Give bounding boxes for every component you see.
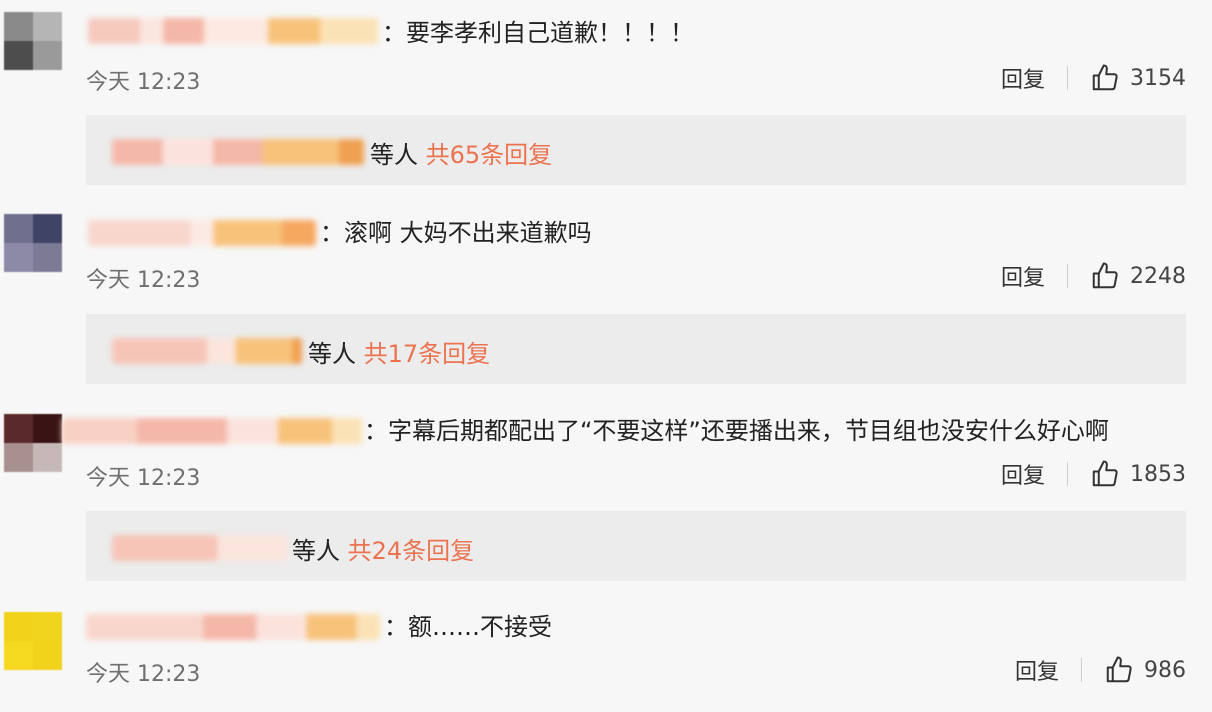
avatar[interactable] (4, 612, 62, 670)
avatar-cell (33, 612, 62, 641)
reply-summary[interactable]: 等人 共24条回复 (86, 511, 1186, 581)
avatar-cell (4, 641, 33, 670)
avatar-cell (33, 214, 62, 243)
avatar-cell (4, 214, 33, 243)
reply-button[interactable]: 回复 (1001, 458, 1045, 490)
divider (1067, 264, 1068, 288)
like-count: 2248 (1130, 263, 1186, 289)
avatar[interactable] (4, 12, 62, 70)
divider (1081, 658, 1082, 682)
reply-summary-text: 等人 共24条回复 (292, 531, 474, 566)
reply-usernames-redacted (112, 338, 302, 364)
comment-text: ：额……不接受 (384, 613, 552, 641)
comment-text: ：滚啊 大妈不出来道歉吗 (320, 219, 592, 247)
reply-usernames-redacted (112, 139, 364, 165)
timestamp: 今天 12:23 (86, 268, 201, 293)
timestamp: 今天 12:23 (86, 70, 201, 95)
avatar-cell (33, 641, 62, 670)
comment-actions: 回复 2248 (1001, 260, 1186, 292)
thumbs-up-icon[interactable] (1090, 261, 1120, 291)
username-redacted[interactable] (88, 220, 316, 246)
comment-actions: 回复 1853 (1001, 458, 1186, 490)
avatar-cell (33, 414, 62, 443)
avatar-cell (4, 612, 33, 641)
avatar-cell (33, 443, 62, 472)
avatar-cell (4, 443, 33, 472)
reply-suffix: 等人 (292, 537, 340, 565)
divider (1067, 66, 1068, 90)
avatar-cell (4, 41, 33, 70)
avatar-cell (33, 243, 62, 272)
avatar[interactable] (4, 414, 62, 472)
timestamp: 今天 12:23 (86, 466, 201, 491)
reply-button[interactable]: 回复 (1015, 654, 1059, 686)
avatar-cell (4, 243, 33, 272)
avatar-cell (4, 12, 33, 41)
reply-summary[interactable]: 等人 共65条回复 (86, 115, 1186, 185)
reply-summary[interactable]: 等人 共17条回复 (86, 314, 1186, 384)
avatar-cell (33, 41, 62, 70)
reply-suffix: 等人 (308, 340, 356, 368)
reply-button[interactable]: 回复 (1001, 260, 1045, 292)
avatar-cell (33, 12, 62, 41)
thumbs-up-icon[interactable] (1104, 655, 1134, 685)
like-count: 3154 (1130, 65, 1186, 91)
like-count: 1853 (1130, 461, 1186, 487)
avatar[interactable] (4, 214, 62, 272)
avatar-cell (4, 414, 33, 443)
username-redacted[interactable] (86, 614, 380, 640)
reply-usernames-redacted (112, 535, 288, 561)
comment-actions: 回复 986 (1015, 654, 1186, 686)
username-redacted[interactable] (62, 418, 362, 444)
thumbs-up-icon[interactable] (1090, 459, 1120, 489)
comment-text: ：字幕后期都配出了“不要这样”还要播出来，节目组也没安什么好心啊 (364, 417, 1109, 445)
reply-summary-text: 等人 共17条回复 (308, 334, 490, 369)
username-redacted[interactable] (88, 18, 378, 44)
reply-summary-text: 等人 共65条回复 (370, 135, 552, 170)
reply-suffix: 等人 (370, 141, 418, 169)
reply-total-link[interactable]: 共17条回复 (364, 340, 491, 368)
thumbs-up-icon[interactable] (1090, 63, 1120, 93)
like-count: 986 (1144, 657, 1186, 683)
reply-button[interactable]: 回复 (1001, 62, 1045, 94)
timestamp: 今天 12:23 (86, 662, 201, 687)
comment-text: ：要李孝利自己道歉！！！！ (382, 19, 694, 47)
reply-total-link[interactable]: 共65条回复 (426, 141, 553, 169)
reply-total-link[interactable]: 共24条回复 (348, 537, 475, 565)
comment-actions: 回复 3154 (1001, 62, 1186, 94)
divider (1067, 462, 1068, 486)
